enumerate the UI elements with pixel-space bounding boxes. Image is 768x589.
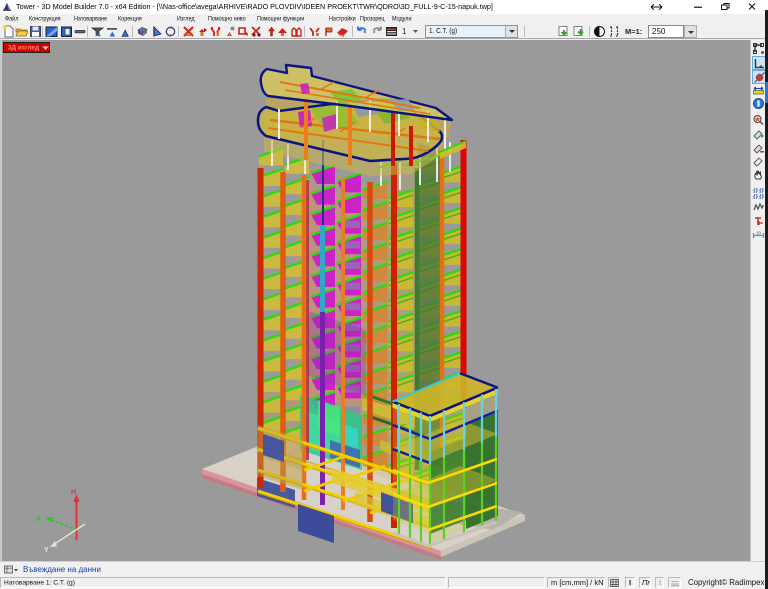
svg-text:H: H bbox=[71, 489, 76, 496]
svg-text:10: 10 bbox=[756, 231, 762, 236]
svg-text:X: X bbox=[36, 516, 41, 523]
svg-text:Y: Y bbox=[44, 547, 49, 554]
